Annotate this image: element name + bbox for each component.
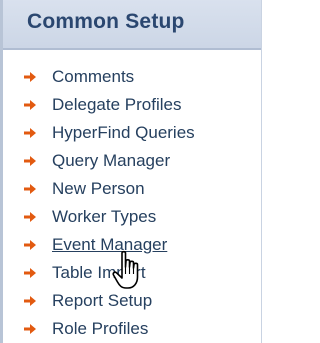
menu-item-label[interactable]: Query Manager	[52, 151, 170, 171]
menu-item-label[interactable]: Event Manager	[52, 235, 167, 255]
orange-arrow-icon	[24, 128, 36, 138]
menu-item-new-person[interactable]: New Person	[23, 175, 195, 203]
orange-arrow-icon	[24, 268, 36, 278]
menu-item-label[interactable]: New Person	[52, 179, 145, 199]
menu-item-comments[interactable]: Comments	[23, 63, 195, 91]
orange-arrow-icon	[24, 296, 36, 306]
orange-arrow-icon	[24, 212, 36, 222]
menu-item-table-import[interactable]: Table Import	[23, 259, 195, 287]
panel-header: Common Setup	[3, 0, 261, 50]
orange-arrow-icon	[24, 240, 36, 250]
orange-arrow-icon	[24, 324, 36, 334]
common-setup-panel: Common Setup Comments Delegate Profiles …	[0, 0, 262, 343]
menu-item-event-manager[interactable]: Event Manager	[23, 231, 195, 259]
menu-item-label[interactable]: Comments	[52, 67, 134, 87]
menu-item-label[interactable]: Role Profiles	[52, 319, 148, 339]
orange-arrow-icon	[24, 184, 36, 194]
menu-item-report-setup[interactable]: Report Setup	[23, 287, 195, 315]
menu-item-role-profiles[interactable]: Role Profiles	[23, 315, 195, 343]
panel-title: Common Setup	[27, 10, 185, 33]
menu-item-query-manager[interactable]: Query Manager	[23, 147, 195, 175]
menu-item-label[interactable]: Report Setup	[52, 291, 152, 311]
menu-item-worker-types[interactable]: Worker Types	[23, 203, 195, 231]
menu-item-label[interactable]: HyperFind Queries	[52, 123, 195, 143]
menu-item-label[interactable]: Table Import	[52, 263, 146, 283]
orange-arrow-icon	[24, 156, 36, 166]
setup-menu: Comments Delegate Profiles HyperFind Que…	[23, 63, 195, 343]
orange-arrow-icon	[24, 72, 36, 82]
menu-item-label[interactable]: Worker Types	[52, 207, 156, 227]
menu-item-delegate-profiles[interactable]: Delegate Profiles	[23, 91, 195, 119]
menu-item-label[interactable]: Delegate Profiles	[52, 95, 181, 115]
orange-arrow-icon	[24, 100, 36, 110]
menu-item-hyperfind-queries[interactable]: HyperFind Queries	[23, 119, 195, 147]
